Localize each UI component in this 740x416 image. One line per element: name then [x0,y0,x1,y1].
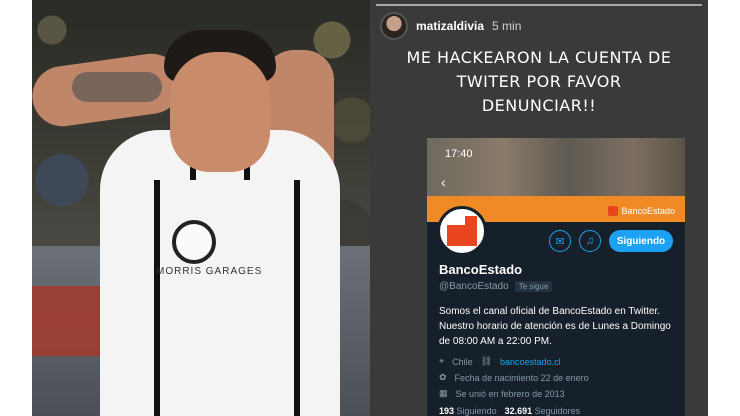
shirt-sponsor-text: MORRIS GARAGES [156,266,263,277]
location-icon: ⌖ [439,356,445,366]
profile-handle: @BancoEstado [439,281,509,292]
following-label: Siguiendo [456,406,497,416]
following-count-link[interactable]: 193 Siguiendo [439,406,497,416]
caption-line: DENUNCIAR!! [481,96,597,115]
birthday-icon: ✿ [439,372,447,382]
player-photo: MORRIS GARAGES [32,0,370,416]
bancoestado-logo-icon [447,216,477,246]
followers-count: 32.691 [504,406,533,416]
profile-location-row: ⌖ Chile ⛓ bancoestado.cl [439,356,561,367]
status-time: 17:40 [445,148,473,160]
arm-tattoo [72,72,162,102]
following-count: 193 [439,406,455,416]
profile-birthday: Fecha de nacimiento 22 de enero [454,372,589,383]
profile-handle-row: @BancoEstado Te sigue [439,281,553,292]
follows-you-badge: Te sigue [514,281,553,292]
profile-avatar[interactable] [437,206,487,256]
composite-image: MORRIS GARAGES matizaldivia 5 min ME HAC… [0,0,740,416]
instagram-story: matizaldivia 5 min ME HACKEARON LA CUENT… [370,0,708,416]
story-caption: ME HACKEARON LA CUENTA DE TWITER POR FAV… [370,46,708,118]
story-progress-bar [376,4,702,6]
profile-bio: Somos el canal oficial de BancoEstado en… [439,306,671,347]
followers-label: Seguidores [534,406,581,416]
player-face [170,52,270,172]
profile-joined: Se unió en febrero de 2013 [455,388,565,399]
story-header: matizaldivia 5 min [380,12,521,40]
back-arrow-icon[interactable]: ‹ [441,174,446,190]
message-icon[interactable]: ✉ [549,230,571,252]
caption-line: TWITER POR FAVOR [456,72,622,91]
shirt-stripe [294,180,300,416]
profile-website-link[interactable]: bancoestado.cl [500,357,561,367]
story-username[interactable]: matizaldivia [416,19,484,33]
twitter-profile-screenshot: BancoEstado 17:40 ‹ ✉ ♫ Siguiendo BancoE… [427,138,685,416]
link-icon: ⛓ [480,356,493,366]
profile-joined-row: ▦ Se unió en febrero de 2013 [439,388,565,399]
following-button[interactable]: Siguiendo [609,230,673,252]
cover-brand: BancoEstado [608,206,675,216]
followers-count-link[interactable]: 32.691 Seguidores [505,406,581,416]
shirt-stripe [154,180,160,416]
profile-location: Chile [452,356,473,367]
profile-birthday-row: ✿ Fecha de nacimiento 22 de enero [439,372,589,383]
cover-brand-text: BancoEstado [621,206,675,216]
caption-line: ME HACKEARON LA CUENTA DE [406,48,672,67]
brand-logo-icon [608,206,619,216]
profile-counts: 193 Siguiendo 32.691 Seguidores [439,406,580,416]
avatar[interactable] [380,12,408,40]
profile-name: BancoEstado [439,262,523,277]
calendar-icon: ▦ [439,388,448,398]
story-timestamp: 5 min [492,19,522,33]
sponsor-logo [172,220,216,264]
notification-bell-icon[interactable]: ♫ [579,230,601,252]
